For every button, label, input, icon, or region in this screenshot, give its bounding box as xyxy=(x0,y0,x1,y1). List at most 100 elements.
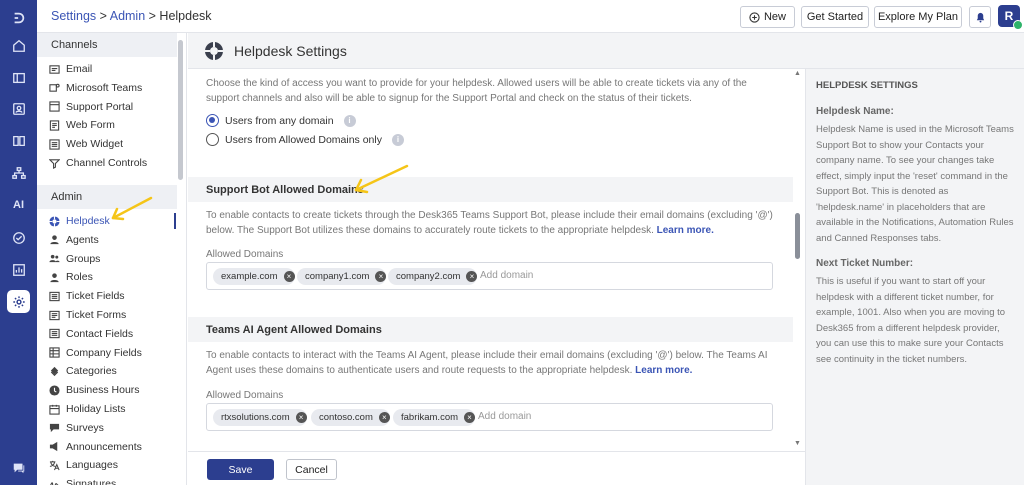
user-avatar[interactable]: R xyxy=(998,5,1023,30)
sidebar-item-signatures[interactable]: Signatures xyxy=(49,475,116,485)
new-button[interactable]: New xyxy=(740,6,795,28)
help-helpdesk-name-text: Helpdesk Name is used in the Microsoft T… xyxy=(816,124,1014,244)
domain-chip: rtxsolutions.com × xyxy=(213,409,307,426)
scroll-down-icon[interactable]: ▼ xyxy=(794,440,801,447)
sidebar-item-web-widget[interactable]: Web Widget xyxy=(49,135,123,153)
domain-chip-label: example.com xyxy=(221,271,278,282)
learn-more-link[interactable]: Learn more. xyxy=(657,225,714,236)
domain-chip-label: company1.com xyxy=(305,271,370,282)
save-button[interactable]: Save xyxy=(207,459,274,480)
breadcrumb-separator: > xyxy=(145,9,160,23)
sidebar-item-languages[interactable]: Languages xyxy=(49,456,118,474)
get-started-button[interactable]: Get Started xyxy=(801,6,869,28)
sidebar-item-categories[interactable]: Categories xyxy=(49,362,117,380)
info-icon[interactable]: i xyxy=(391,133,404,146)
get-started-label: Get Started xyxy=(806,11,864,23)
sidebar-item-helpdesk[interactable]: Helpdesk xyxy=(49,212,110,230)
sidebar-item-label: Support Portal xyxy=(66,100,134,113)
form-icon xyxy=(49,120,60,131)
reports-icon[interactable] xyxy=(7,258,30,281)
domain-chip: company2.com × xyxy=(388,268,478,285)
sidebar-item-company-fields[interactable]: Company Fields xyxy=(49,344,142,362)
breadcrumb-settings[interactable]: Settings xyxy=(51,9,96,23)
sidebar-item-roles[interactable]: Roles xyxy=(49,268,93,286)
page-title: Helpdesk Settings xyxy=(234,43,347,59)
mail-icon xyxy=(49,64,60,75)
sidebar-item-label: Microsoft Teams xyxy=(66,81,143,94)
chat-icon[interactable] xyxy=(7,456,30,479)
sidebar-scrollbar[interactable] xyxy=(178,40,183,180)
knowledge-base-icon[interactable] xyxy=(7,129,30,152)
app-rail: AI xyxy=(0,0,37,485)
radio-button[interactable] xyxy=(206,133,219,146)
sidebar-item-email[interactable]: Email xyxy=(49,60,92,78)
sidebar-item-label: Email xyxy=(66,63,93,75)
add-domain-placeholder[interactable]: Add domain xyxy=(478,411,531,422)
hierarchy-icon[interactable] xyxy=(7,161,30,184)
sidebar-item-microsoft-teams[interactable]: Microsoft Teams xyxy=(49,79,142,97)
info-icon[interactable]: i xyxy=(343,114,356,127)
domain-chip: example.com × xyxy=(213,268,295,285)
ticket-fields-icon xyxy=(49,291,60,302)
new-button-label: New xyxy=(763,11,786,23)
desk365-logo-icon[interactable] xyxy=(7,6,30,29)
remove-chip-icon[interactable]: × xyxy=(464,412,476,423)
access-description: Choose the kind of access you want to pr… xyxy=(206,78,747,104)
sidebar-item-label: Announcements xyxy=(66,440,142,453)
sidebar-item-holiday-lists[interactable]: Holiday Lists xyxy=(49,400,126,418)
breadcrumb-admin[interactable]: Admin xyxy=(110,9,145,23)
sidebar-item-label: Groups xyxy=(66,252,101,265)
help-next-ticket-title: Next Ticket Number: xyxy=(816,258,914,269)
ai-agent-domains-heading: Teams AI Agent Allowed Domains xyxy=(188,317,793,342)
sidebar-item-ticket-fields[interactable]: Ticket Fields xyxy=(49,287,125,305)
sidebar-item-label: Roles xyxy=(66,271,93,284)
home-icon[interactable] xyxy=(7,34,30,57)
breadcrumb-separator: > xyxy=(96,9,110,23)
announcement-icon xyxy=(49,441,60,452)
radio-allowed-domains[interactable]: Users from Allowed Domains only i xyxy=(206,133,404,146)
tickets-icon[interactable] xyxy=(7,66,30,89)
content-scrollbar-track[interactable] xyxy=(793,69,803,451)
sidebar-item-label: Channel Controls xyxy=(66,157,148,169)
sidebar-item-surveys[interactable]: Surveys xyxy=(49,419,104,437)
sidebar-item-support-portal[interactable]: Support Portal xyxy=(49,98,133,116)
remove-chip-icon[interactable]: × xyxy=(378,412,390,423)
support-bot-domains-input[interactable]: example.com × company1.com × company2.com ×… xyxy=(206,262,773,290)
online-status-icon xyxy=(1013,20,1023,30)
company-fields-icon xyxy=(49,347,60,358)
ai-agent-domains-input[interactable]: rtxsolutions.com × contoso.com × fabrikam.… xyxy=(206,403,773,431)
learn-more-link[interactable]: Learn more. xyxy=(635,365,692,376)
ai-icon[interactable]: AI xyxy=(7,193,30,216)
scroll-up-icon[interactable]: ▲ xyxy=(794,70,801,77)
sidebar-item-label: Ticket Fields xyxy=(66,290,125,303)
sidebar-item-agents[interactable]: Agents xyxy=(49,231,99,249)
teams-icon xyxy=(49,82,60,93)
sidebar-item-business-hours[interactable]: Business Hours xyxy=(49,381,140,399)
clock-icon xyxy=(49,385,60,396)
remove-chip-icon[interactable]: × xyxy=(295,412,307,423)
explore-plan-button[interactable]: Explore My Plan xyxy=(874,6,962,28)
remove-chip-icon[interactable]: × xyxy=(283,271,295,282)
tasks-icon[interactable] xyxy=(7,226,30,249)
settings-gear-icon[interactable] xyxy=(7,290,30,313)
remove-chip-icon[interactable]: × xyxy=(466,271,478,282)
content-scrollbar-thumb[interactable] xyxy=(795,213,800,259)
sidebar-item-web-form[interactable]: Web Form xyxy=(49,116,115,134)
cancel-button[interactable]: Cancel xyxy=(286,459,337,480)
sidebar-item-label: Signatures xyxy=(66,478,117,485)
radio-any-domain[interactable]: Users from any domain i xyxy=(206,114,356,127)
annotation-arrow-icon xyxy=(111,196,153,221)
add-domain-placeholder[interactable]: Add domain xyxy=(480,270,533,281)
roles-icon xyxy=(49,272,60,283)
support-bot-description: To enable contacts to create tickets thr… xyxy=(206,208,776,238)
sidebar-item-channel-controls[interactable]: Channel Controls xyxy=(49,154,147,172)
sidebar-item-ticket-forms[interactable]: Ticket Forms xyxy=(49,306,126,324)
sidebar-item-groups[interactable]: Groups xyxy=(49,250,100,268)
sidebar-item-announcements[interactable]: Announcements xyxy=(49,438,142,456)
contacts-icon[interactable] xyxy=(7,97,30,120)
notifications-bell-icon[interactable] xyxy=(969,6,991,28)
sidebar-item-label: Web Form xyxy=(66,119,115,132)
sidebar-item-contact-fields[interactable]: Contact Fields xyxy=(49,325,133,343)
radio-button-selected[interactable] xyxy=(206,114,219,127)
remove-chip-icon[interactable]: × xyxy=(375,271,387,282)
